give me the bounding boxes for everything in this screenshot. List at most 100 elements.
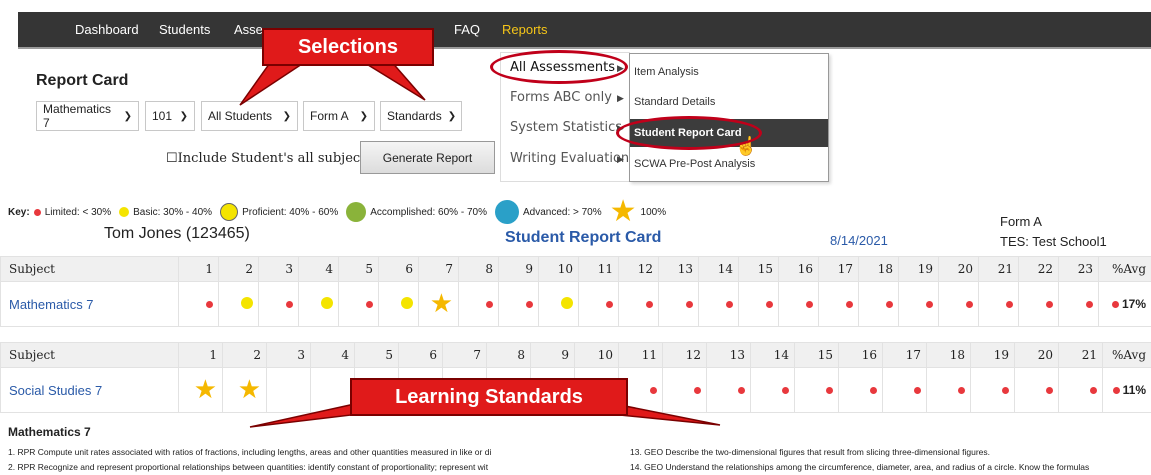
standard-item: 1. RPR Compute unit rates associated wit…: [8, 447, 492, 457]
score-cell: [458, 281, 499, 327]
limited-dot-icon: [526, 301, 533, 308]
subject-link[interactable]: Social Studies 7: [0, 367, 179, 413]
standard-item: 14. GEO Understand the relationships amo…: [630, 462, 1090, 472]
class-select[interactable]: 101 ❯: [145, 101, 195, 131]
subject-select[interactable]: Mathematics 7 ❯: [36, 101, 139, 131]
generate-report-button[interactable]: Generate Report: [360, 141, 495, 174]
standard-column-header: 2: [218, 256, 259, 282]
score-cell: [838, 367, 883, 413]
standard-column-header: 21: [1058, 342, 1103, 368]
score-cell: [970, 367, 1015, 413]
chevron-right-icon: ▶: [617, 154, 624, 164]
score-cell: [818, 281, 859, 327]
chevron-down-icon: ❯: [123, 110, 132, 122]
score-cell: ★: [418, 281, 459, 327]
top-nav: Dashboard Students Asse FAQ Reports: [18, 12, 1151, 49]
standard-column-header: 7: [418, 256, 459, 282]
nav-dashboard[interactable]: Dashboard: [75, 22, 139, 37]
limited-dot-icon: [1086, 301, 1093, 308]
score-cell: [978, 281, 1019, 327]
standard-column-header: 1: [178, 342, 223, 368]
menu-writing-evaluation[interactable]: Writing Evaluation: [510, 151, 629, 166]
standard-column-header: 6: [378, 256, 419, 282]
legend-limited-label: Limited: < 30%: [44, 206, 112, 218]
legend-accomplished-label: Accomplished: 60% - 70%: [370, 206, 487, 218]
limited-dot-icon: [1046, 301, 1053, 308]
legend-prefix: Key:: [8, 206, 30, 218]
submenu-standard-details[interactable]: Standard Details: [634, 96, 715, 108]
score-cell: [178, 281, 219, 327]
standard-column-header: 3: [266, 342, 311, 368]
page-title: Report Card: [36, 72, 129, 89]
standard-column-header: 8: [486, 342, 531, 368]
standard-column-header: 4: [298, 256, 339, 282]
limited-dot-icon: [1090, 387, 1097, 394]
standard-column-header: 17: [882, 342, 927, 368]
report-date: 8/14/2021: [830, 233, 888, 248]
standard-column-header: 17: [818, 256, 859, 282]
score-cell: [898, 281, 939, 327]
legend-basic-label: Basic: 30% - 40%: [133, 206, 213, 218]
menu-system-statistics[interactable]: System Statistics: [510, 120, 622, 135]
score-cell: [938, 281, 979, 327]
standard-column-header: 13: [658, 256, 699, 282]
legend-accomplished: Accomplished: 60% - 70%: [346, 202, 487, 222]
score-cell: [698, 281, 739, 327]
standard-column-header: 16: [778, 256, 819, 282]
standard-column-header: 10: [538, 256, 579, 282]
green-circle-icon: [346, 202, 367, 222]
standard-column-header: 23: [1058, 256, 1099, 282]
chevron-down-icon: ❯: [179, 110, 188, 122]
include-all-subjects[interactable]: ☐Include Student's all subjects: [166, 151, 372, 166]
limited-dot-icon: [1112, 387, 1120, 394]
limited-dot-icon: [886, 301, 893, 308]
red-dot-icon: [33, 208, 41, 216]
limited-dot-icon: [926, 301, 933, 308]
standard-column-header: 11: [578, 256, 619, 282]
limited-dot-icon: [286, 301, 293, 308]
legend-advanced: Advanced: > 70%: [494, 200, 602, 224]
score-cell: [338, 281, 379, 327]
standard-column-header: 9: [530, 342, 575, 368]
subject-header: Subject: [0, 256, 179, 282]
score-cell: [618, 281, 659, 327]
standard-column-header: 12: [618, 256, 659, 282]
form-name: Form A: [1000, 214, 1042, 229]
avg-value: 17%: [1121, 297, 1146, 311]
score-cell: [538, 281, 579, 327]
limited-dot-icon: [486, 301, 493, 308]
avg-cell: 11%: [1102, 367, 1151, 413]
limited-dot-icon: [826, 387, 833, 394]
nav-reports[interactable]: Reports: [502, 22, 548, 37]
limited-dot-icon: [766, 301, 773, 308]
score-cell: [778, 281, 819, 327]
submenu-scwa-pre-post[interactable]: SCWA Pre-Post Analysis: [634, 158, 755, 170]
standards-title: Mathematics 7: [8, 425, 91, 439]
standard-column-header: 20: [1014, 342, 1059, 368]
standard-column-header: 18: [858, 256, 899, 282]
limited-dot-icon: [806, 301, 813, 308]
submenu-item-analysis[interactable]: Item Analysis: [634, 66, 699, 78]
avg-cell: 17%: [1098, 281, 1151, 327]
score-cell: [926, 367, 971, 413]
score-cell: [1058, 281, 1099, 327]
score-cell: [258, 281, 299, 327]
standard-column-header: 4: [310, 342, 355, 368]
avg-value: 11%: [1122, 383, 1146, 397]
score-cell: [378, 281, 419, 327]
standard-column-header: 19: [898, 256, 939, 282]
standard-column-header: 3: [258, 256, 299, 282]
standard-column-header: 22: [1018, 256, 1059, 282]
star-icon: ★: [193, 374, 217, 404]
table-row: Mathematics 7 ★ 17%: [0, 281, 1151, 327]
limited-dot-icon: [726, 301, 733, 308]
blue-circle-icon: [494, 200, 519, 224]
score-cell: [1014, 367, 1059, 413]
standard-item: 13. GEO Describe the two-dimensional fig…: [630, 447, 990, 457]
subject-link[interactable]: Mathematics 7: [0, 281, 179, 327]
yellow-circle-icon: [220, 203, 239, 221]
menu-forms-abc[interactable]: Forms ABC only: [510, 90, 612, 105]
score-cell: [658, 281, 699, 327]
score-cell: [738, 281, 779, 327]
subject-header: Subject: [0, 342, 179, 368]
